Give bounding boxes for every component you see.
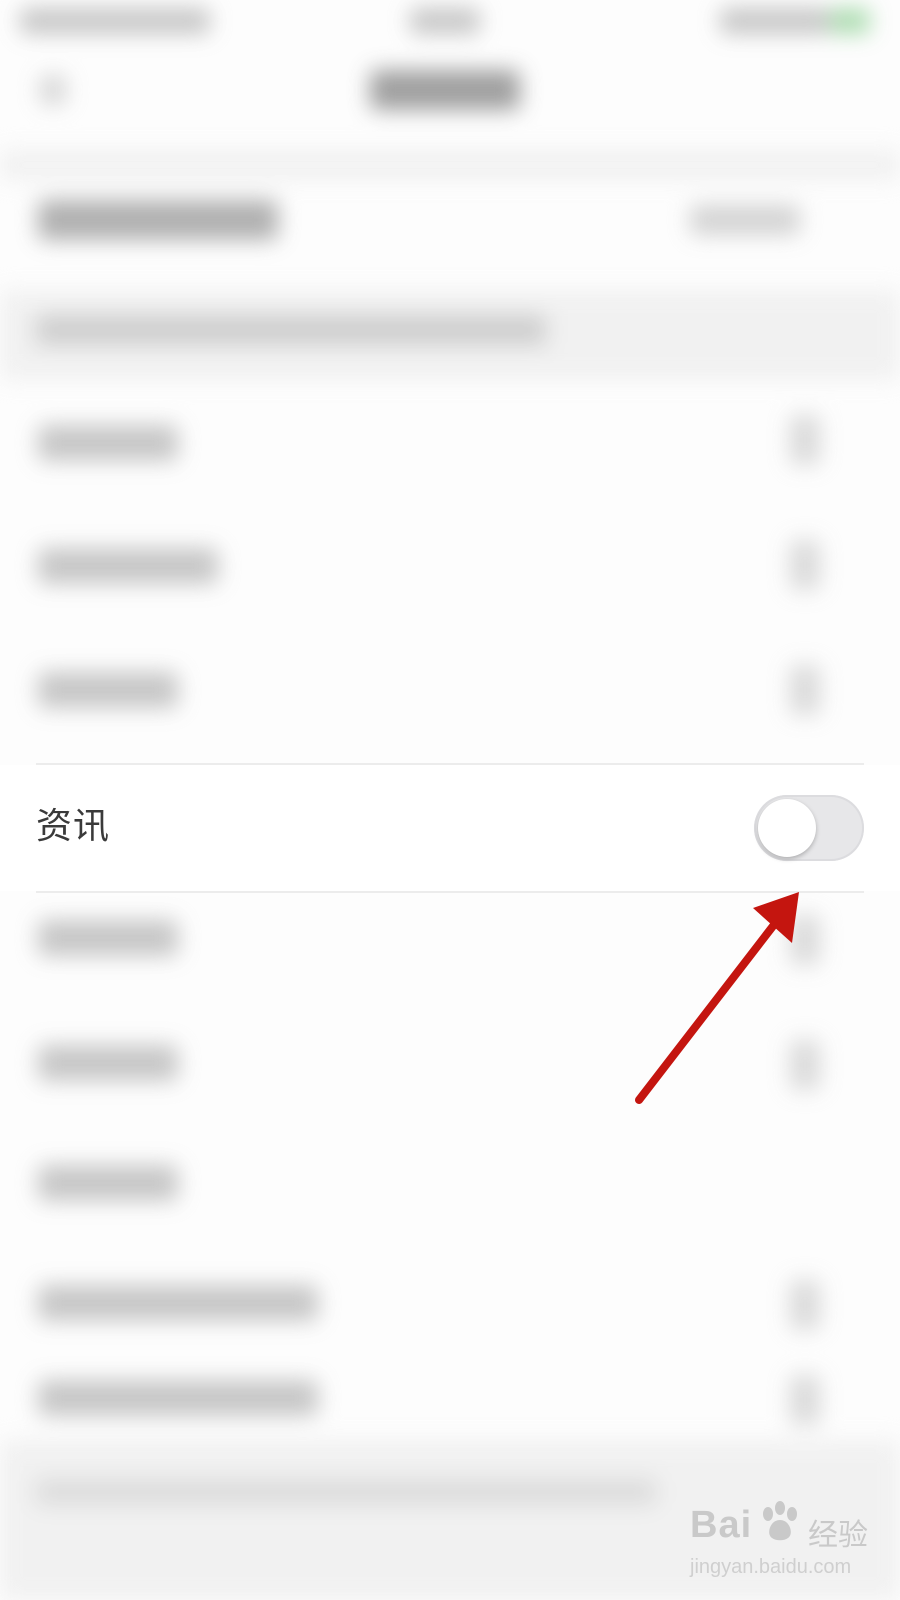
blurred-footer-text (36, 1480, 656, 1504)
blurred-toggle-3 (790, 665, 820, 715)
blurred-toggle-7 (790, 1280, 820, 1330)
blurred-toggle-4 (790, 915, 820, 965)
blurred-toggle-8 (790, 1375, 820, 1425)
news-toggle-switch[interactable] (754, 795, 864, 861)
blurred-battery (830, 8, 870, 34)
blurred-status-right (720, 8, 830, 34)
blurred-page-title (370, 70, 520, 110)
blurred-row-3 (38, 672, 178, 708)
watermark-brand: Bai (690, 1504, 753, 1546)
row-divider-bottom (36, 891, 864, 893)
baidu-watermark: Bai 经验 jingyan.baidu.com (690, 1500, 890, 1590)
blurred-back-button (40, 75, 66, 105)
blurred-row-1 (38, 425, 178, 461)
blurred-row-value (690, 205, 800, 235)
blurred-row-title (38, 200, 278, 240)
blurred-row-5 (38, 1045, 178, 1081)
blurred-caption (36, 315, 546, 345)
blurred-status-center (410, 8, 480, 34)
watermark-url: jingyan.baidu.com (690, 1556, 852, 1578)
blurred-row-7 (38, 1285, 318, 1321)
blurred-status-left (20, 8, 210, 34)
watermark-suffix: 经验 (808, 1518, 868, 1553)
settings-screen: 资讯 Bai 经验 jingyan.baidu.com (0, 0, 900, 1600)
blurred-toggle-1 (790, 415, 820, 465)
row-label: 资讯 (36, 806, 111, 847)
blurred-toggle-5 (790, 1040, 820, 1090)
blurred-row-6 (38, 1165, 178, 1201)
blurred-row-2 (38, 548, 218, 584)
blurred-row-8 (38, 1380, 318, 1416)
blurred-toggle-2 (790, 540, 820, 590)
settings-row-news: 资讯 (0, 765, 900, 891)
blurred-section-gap (0, 150, 900, 180)
blurred-row-4 (38, 920, 178, 956)
baidu-paw-icon (763, 1501, 797, 1541)
toggle-knob (758, 799, 816, 857)
